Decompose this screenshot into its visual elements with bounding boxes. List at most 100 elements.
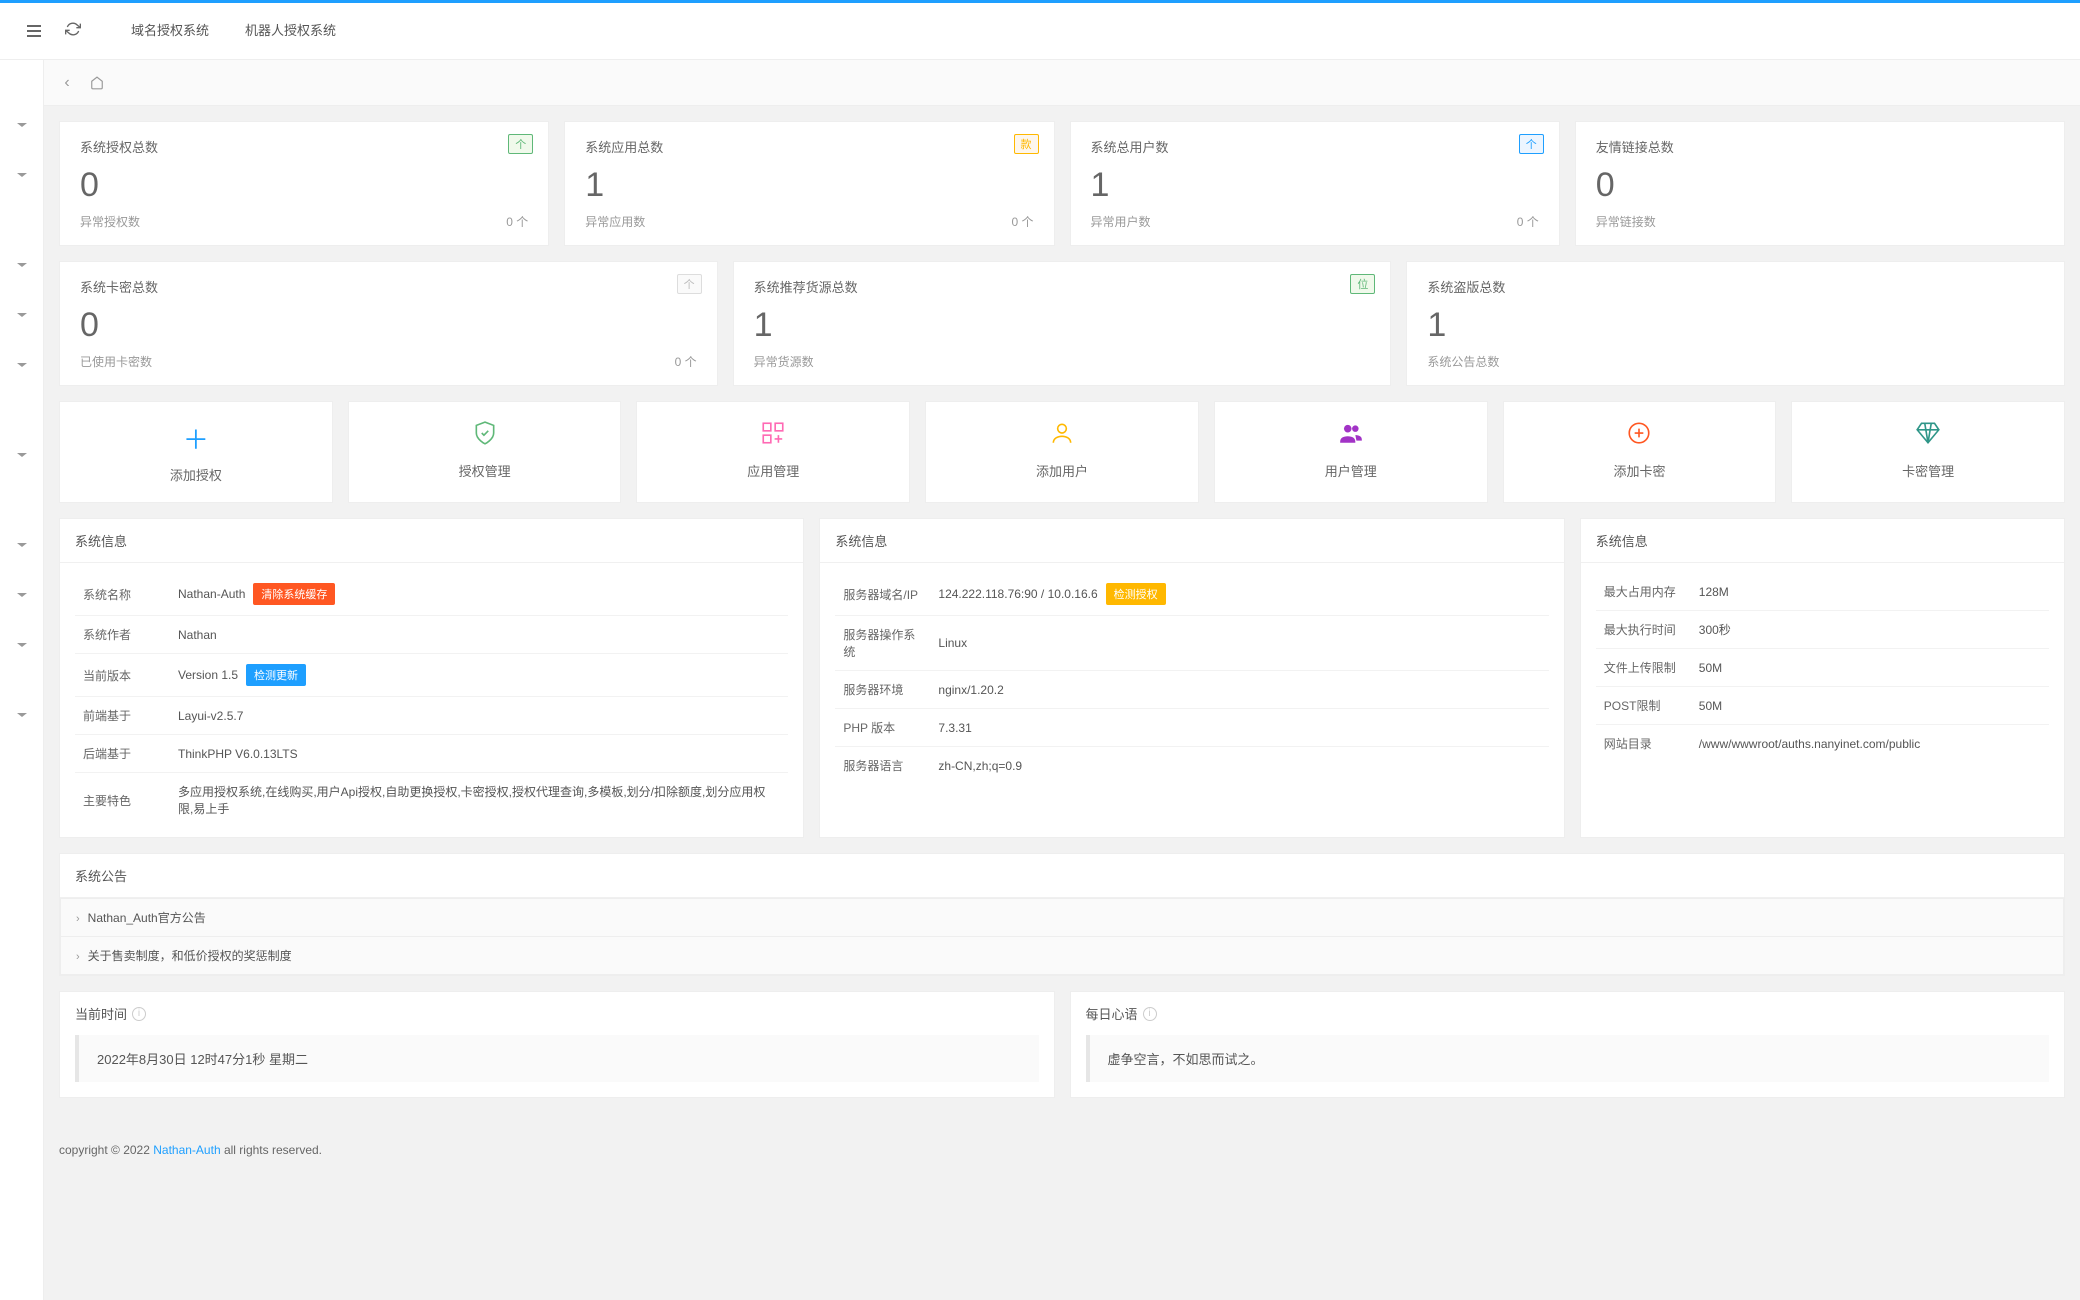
action-button[interactable]: 检测授权 — [1106, 583, 1166, 605]
info-row: 服务器语言 zh-CN,zh;q=0.9 — [835, 747, 1548, 785]
info-value: Version 1.5检测更新 — [170, 654, 788, 697]
stat-card: 系统推荐货源总数 位 1 异常货源数 — [733, 261, 1392, 386]
sidebar-item[interactable] — [0, 570, 43, 620]
stat-title: 友情链接总数 — [1596, 137, 2044, 156]
info-key: 系统作者 — [75, 616, 170, 654]
sidebar-item[interactable] — [0, 150, 43, 200]
main-content: 系统授权总数 个 0 异常授权数0 个 系统应用总数 款 1 异常应用数0 个 … — [44, 106, 2080, 1128]
grid-icon — [637, 420, 909, 453]
stat-footer-label: 异常货源数 — [754, 353, 814, 370]
info-row: 最大占用内存 128M — [1596, 573, 2049, 611]
info-key: PHP 版本 — [835, 709, 930, 747]
stat-footer-label: 异常用户数 — [1091, 213, 1151, 230]
notice-header: 系统公告 — [60, 854, 2064, 898]
home-tab[interactable] — [82, 75, 112, 91]
info-icon: i — [1143, 1007, 1157, 1021]
time-value: 2022年8月30日 12时47分1秒 星期二 — [75, 1035, 1039, 1082]
quick-label: 卡密管理 — [1792, 461, 2064, 480]
quote-title: 每日心语i — [1071, 992, 2065, 1035]
stat-badge: 个 — [508, 134, 533, 154]
info-value: 多应用授权系统,在线购买,用户Api授权,自助更换授权,卡密授权,授权代理查询,… — [170, 773, 788, 828]
sysinfo-panel-left: 系统信息 系统名称 Nathan-Auth清除系统缓存 系统作者 Nathan … — [59, 518, 804, 838]
stat-title: 系统盗版总数 — [1427, 277, 2044, 296]
back-icon[interactable]: ‹ — [52, 74, 82, 92]
stat-footer-label: 异常链接数 — [1596, 213, 1656, 230]
sidebar-item[interactable] — [0, 100, 43, 150]
refresh-icon[interactable] — [53, 21, 93, 42]
info-value: 50M — [1691, 649, 2049, 687]
info-value: 7.3.31 — [930, 709, 1548, 747]
stat-footer-label: 异常授权数 — [80, 213, 140, 230]
quick-label: 用户管理 — [1215, 461, 1487, 480]
top-tabs: 域名授权系统 机器人授权系统 — [113, 12, 354, 50]
quick-action-添加用户[interactable]: 添加用户 — [925, 401, 1199, 503]
quick-label: 添加授权 — [60, 465, 332, 484]
plus-circle-icon — [1504, 420, 1776, 453]
info-value: Nathan-Auth清除系统缓存 — [170, 573, 788, 616]
sidebar-item[interactable] — [0, 620, 43, 670]
stat-footer-value: 0 个 — [1517, 213, 1539, 230]
chevron-right-icon: › — [76, 913, 80, 925]
chevron-right-icon: › — [76, 951, 80, 963]
sidebar-item[interactable] — [0, 520, 43, 570]
info-row: POST限制 50M — [1596, 687, 2049, 725]
panel-header: 系统信息 — [820, 519, 1563, 563]
info-row: 系统名称 Nathan-Auth清除系统缓存 — [75, 573, 788, 616]
topbar: 域名授权系统 机器人授权系统 — [0, 0, 2080, 60]
footer: copyright © 2022 Nathan-Auth all rights … — [44, 1128, 2080, 1172]
diamond-icon — [1792, 420, 2064, 453]
info-row: 前端基于 Layui-v2.5.7 — [75, 697, 788, 735]
info-value: nginx/1.20.2 — [930, 671, 1548, 709]
quick-label: 应用管理 — [637, 461, 909, 480]
quick-action-添加授权[interactable]: ＋ 添加授权 — [59, 401, 333, 503]
info-value: 128M — [1691, 573, 2049, 611]
info-value: 124.222.118.76:90 / 10.0.16.6检测授权 — [930, 573, 1548, 616]
notice-panel: 系统公告 ›Nathan_Auth官方公告 ›关于售卖制度，和低价授权的奖惩制度 — [59, 853, 2065, 976]
info-row: 系统作者 Nathan — [75, 616, 788, 654]
info-row: PHP 版本 7.3.31 — [835, 709, 1548, 747]
stat-badge: 个 — [1519, 134, 1544, 154]
action-button[interactable]: 检测更新 — [246, 664, 306, 686]
info-key: 服务器域名/IP — [835, 573, 930, 616]
stat-footer-value: 0 个 — [1011, 213, 1033, 230]
info-value: Nathan — [170, 616, 788, 654]
sysinfo-panel-mid: 系统信息 服务器域名/IP 124.222.118.76:90 / 10.0.1… — [819, 518, 1564, 838]
info-key: 最大执行时间 — [1596, 611, 1691, 649]
shield-icon — [349, 420, 621, 453]
info-key: 网站目录 — [1596, 725, 1691, 763]
quick-action-应用管理[interactable]: 应用管理 — [636, 401, 910, 503]
stat-value: 0 — [80, 166, 528, 205]
stat-value: 0 — [1596, 166, 2044, 205]
action-button[interactable]: 清除系统缓存 — [253, 583, 335, 605]
quick-action-授权管理[interactable]: 授权管理 — [348, 401, 622, 503]
menu-toggle-icon[interactable] — [15, 25, 53, 37]
sidebar-item[interactable] — [0, 290, 43, 340]
footer-link[interactable]: Nathan-Auth — [153, 1143, 220, 1157]
notice-item[interactable]: ›Nathan_Auth官方公告 — [60, 898, 2064, 937]
quick-action-卡密管理[interactable]: 卡密管理 — [1791, 401, 2065, 503]
info-row: 后端基于 ThinkPHP V6.0.13LTS — [75, 735, 788, 773]
stat-card: 系统卡密总数 个 0 已使用卡密数0 个 — [59, 261, 718, 386]
quick-label: 添加卡密 — [1504, 461, 1776, 480]
top-tab-domain[interactable]: 域名授权系统 — [113, 12, 227, 50]
notice-item[interactable]: ›关于售卖制度，和低价授权的奖惩制度 — [60, 936, 2064, 975]
info-key: 服务器操作系统 — [835, 616, 930, 671]
stat-badge: 个 — [677, 274, 702, 294]
sidebar-item[interactable] — [0, 240, 43, 290]
info-row: 服务器操作系统 Linux — [835, 616, 1548, 671]
quick-action-添加卡密[interactable]: 添加卡密 — [1503, 401, 1777, 503]
quick-action-用户管理[interactable]: 用户管理 — [1214, 401, 1488, 503]
sidebar-item[interactable] — [0, 690, 43, 740]
stat-card: 友情链接总数 0 异常链接数 — [1575, 121, 2065, 246]
info-key: 服务器环境 — [835, 671, 930, 709]
top-tab-robot[interactable]: 机器人授权系统 — [227, 12, 354, 50]
panel-header: 系统信息 — [60, 519, 803, 563]
user-icon — [926, 420, 1198, 453]
stat-title: 系统总用户数 — [1091, 137, 1539, 156]
sidebar-item[interactable] — [0, 430, 43, 480]
stat-card: 系统授权总数 个 0 异常授权数0 个 — [59, 121, 549, 246]
info-row: 最大执行时间 300秒 — [1596, 611, 2049, 649]
sidebar-item[interactable] — [0, 340, 43, 390]
stat-footer-label: 系统公告总数 — [1427, 353, 1499, 370]
stat-footer-label: 异常应用数 — [585, 213, 645, 230]
